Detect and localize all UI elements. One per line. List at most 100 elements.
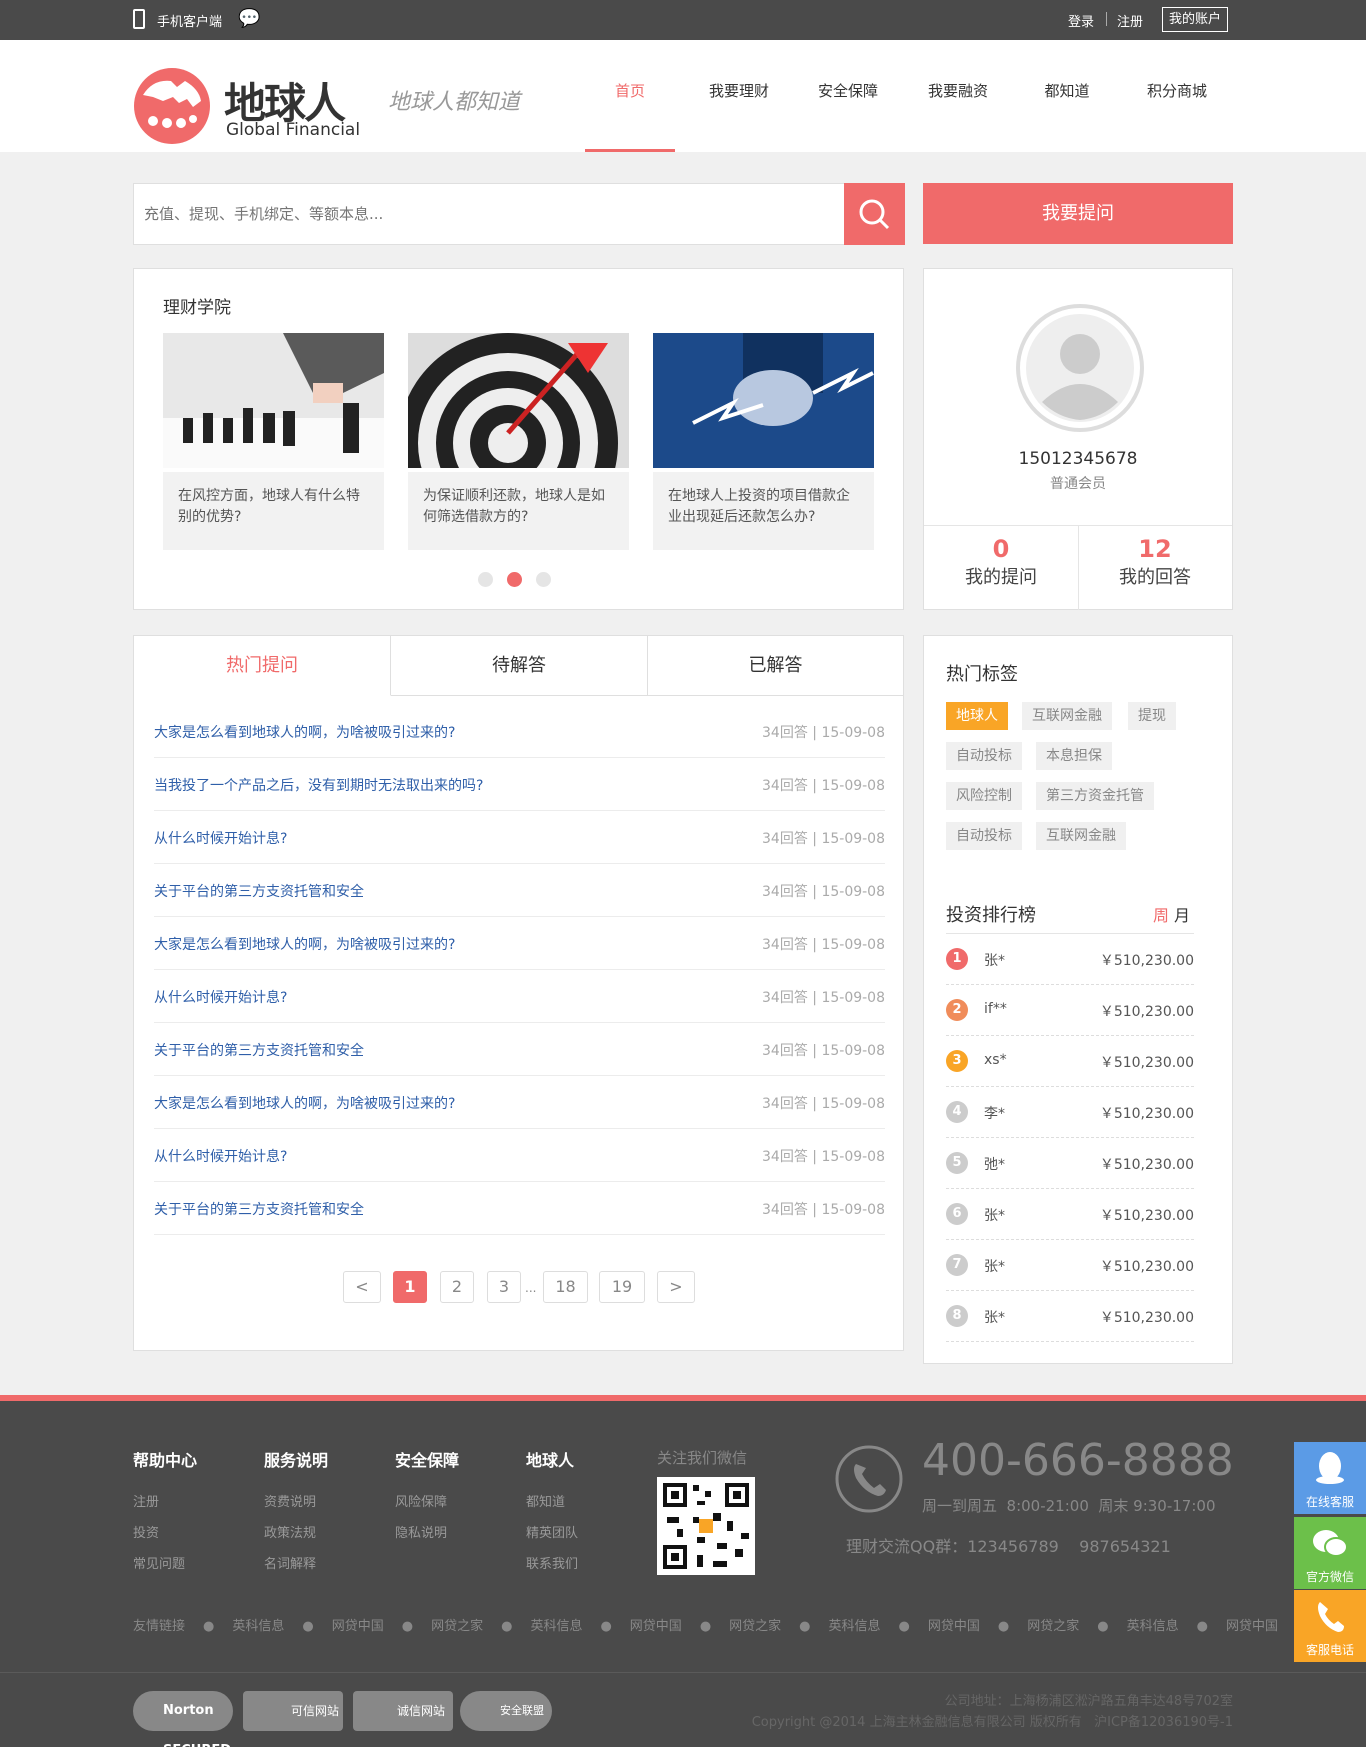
question-title[interactable]: 关于平台的第三方支资托管和安全 <box>154 1199 364 1219</box>
friend-link[interactable]: 网贷中国 <box>332 1619 384 1634</box>
nav-home[interactable]: 首页 <box>585 40 675 152</box>
nav-points-mall[interactable]: 积分商城 <box>1132 40 1222 152</box>
academy-card-text[interactable]: 为保证顺利还款，地球人是如何筛选借款方的? <box>408 472 629 550</box>
friend-link[interactable]: 英科信息 <box>232 1619 284 1634</box>
norton-badge[interactable]: Norton SECURED <box>133 1691 233 1747</box>
friend-link[interactable]: 网贷中国 <box>1226 1619 1278 1634</box>
search-button[interactable] <box>844 183 905 245</box>
tag[interactable]: 本息担保 <box>1036 742 1112 770</box>
question-title[interactable]: 当我投了一个产品之后，没有到期时无法取出来的吗? <box>154 775 483 795</box>
tag[interactable]: 地球人 <box>946 702 1008 730</box>
next-page-button[interactable]: > <box>657 1271 695 1303</box>
question-row[interactable]: 关于平台的第三方支资托管和安全 34回答 | 15-09-08 <box>154 864 885 917</box>
wechat-icon[interactable]: 💬 <box>238 8 260 29</box>
tag[interactable]: 自动投标 <box>946 822 1022 850</box>
question-row[interactable]: 从什么时候开始计息? 34回答 | 15-09-08 <box>154 811 885 864</box>
footer-link[interactable]: 都知道 <box>526 1491 578 1510</box>
official-wechat-button[interactable]: 官方微信 <box>1294 1517 1366 1589</box>
register-link[interactable]: 注册 <box>1117 11 1143 30</box>
tab-hot-questions[interactable]: 热门提问 <box>134 636 391 696</box>
my-answers-stat[interactable]: 12 我的回答 <box>1078 535 1232 589</box>
question-row[interactable]: 关于平台的第三方支资托管和安全 34回答 | 15-09-08 <box>154 1182 885 1235</box>
tab-answered[interactable]: 已解答 <box>648 636 904 696</box>
friend-link[interactable]: 网贷中国 <box>928 1619 980 1634</box>
footer-link[interactable]: 注册 <box>133 1491 197 1510</box>
page-button[interactable]: 19 <box>599 1271 645 1303</box>
carousel-dot[interactable] <box>536 572 551 587</box>
academy-card[interactable]: 在地球人上投资的项目借款企业出现延后还款怎么办? <box>653 333 874 550</box>
question-title[interactable]: 大家是怎么看到地球人的啊，为啥被吸引过来的? <box>154 934 455 954</box>
tag[interactable]: 提现 <box>1128 702 1176 730</box>
question-row[interactable]: 当我投了一个产品之后，没有到期时无法取出来的吗? 34回答 | 15-09-08 <box>154 758 885 811</box>
prev-page-button[interactable]: < <box>343 1271 381 1303</box>
academy-card-text[interactable]: 在风控方面，地球人有什么特别的优势? <box>163 472 384 550</box>
academy-card[interactable]: 为保证顺利还款，地球人是如何筛选借款方的? <box>398 333 629 553</box>
footer-link[interactable]: 常见问题 <box>133 1553 197 1572</box>
question-title[interactable]: 从什么时候开始计息? <box>154 987 287 1007</box>
service-phone-button[interactable]: 客服电话 <box>1294 1590 1366 1662</box>
question-row[interactable]: 大家是怎么看到地球人的啊，为啥被吸引过来的? 34回答 | 15-09-08 <box>154 705 885 758</box>
my-account-button[interactable]: 我的账户 <box>1162 7 1229 32</box>
footer-link[interactable]: 投资 <box>133 1522 197 1541</box>
footer-link[interactable]: 名词解释 <box>264 1553 328 1572</box>
ask-question-button[interactable]: 我要提问 <box>923 183 1233 244</box>
page-button[interactable]: 18 <box>543 1271 588 1303</box>
carousel-dot[interactable] <box>478 572 493 587</box>
friend-link[interactable]: 网贷之家 <box>1027 1619 1079 1634</box>
friend-link[interactable]: 英科信息 <box>530 1619 582 1634</box>
ranking-title: 投资排行榜 <box>946 905 1036 926</box>
ranking-month-toggle[interactable]: 月 <box>1174 902 1190 926</box>
tab-unanswered[interactable]: 待解答 <box>391 636 648 696</box>
online-service-button[interactable]: 在线客服 <box>1294 1442 1366 1514</box>
mobile-client-link[interactable]: 手机客户端 <box>157 11 222 30</box>
logo-globe-icon[interactable] <box>133 67 211 145</box>
friend-link[interactable]: 英科信息 <box>829 1619 881 1634</box>
footer-link[interactable]: 精英团队 <box>526 1522 578 1541</box>
page-button[interactable]: 3 <box>487 1271 521 1303</box>
login-link[interactable]: 登录 <box>1068 11 1094 30</box>
tag[interactable]: 互联网金融 <box>1022 702 1112 730</box>
question-row[interactable]: 大家是怎么看到地球人的啊，为啥被吸引过来的? 34回答 | 15-09-08 <box>154 1076 885 1129</box>
link-separator: ● <box>898 1619 910 1634</box>
footer-link[interactable]: 资费说明 <box>264 1491 328 1510</box>
footer-link[interactable]: 联系我们 <box>526 1553 578 1572</box>
footer-link[interactable]: 风险保障 <box>395 1491 459 1510</box>
footer-column-title: 帮助中心 <box>133 1451 198 1470</box>
tag[interactable]: 自动投标 <box>946 742 1022 770</box>
friend-link[interactable]: 网贷之家 <box>729 1619 781 1634</box>
academy-card[interactable]: 在风控方面，地球人有什么特别的优势? <box>163 333 384 550</box>
nav-security[interactable]: 安全保障 <box>803 40 893 152</box>
page-button[interactable]: 2 <box>440 1271 474 1303</box>
academy-card-text[interactable]: 在地球人上投资的项目借款企业出现延后还款怎么办? <box>653 472 874 550</box>
friend-link[interactable]: 英科信息 <box>1127 1619 1179 1634</box>
search-input[interactable] <box>134 184 844 244</box>
security-alliance-badge[interactable]: 安全联盟 <box>460 1691 552 1731</box>
question-title[interactable]: 大家是怎么看到地球人的啊，为啥被吸引过来的? <box>154 722 455 742</box>
tag[interactable]: 风险控制 <box>946 782 1022 810</box>
friend-link[interactable]: 网贷之家 <box>431 1619 483 1634</box>
question-title[interactable]: 关于平台的第三方支资托管和安全 <box>154 881 364 901</box>
nav-invest[interactable]: 我要理财 <box>694 40 784 152</box>
footer-link[interactable]: 隐私说明 <box>395 1522 459 1541</box>
tag[interactable]: 互联网金融 <box>1036 822 1126 850</box>
honest-site-badge[interactable]: 诚信网站 <box>353 1691 453 1731</box>
question-title[interactable]: 从什么时候开始计息? <box>154 828 287 848</box>
page-button[interactable]: 1 <box>393 1271 427 1303</box>
ranking-week-toggle[interactable]: 周 <box>1153 902 1169 926</box>
nav-financing[interactable]: 我要融资 <box>913 40 1003 152</box>
question-title[interactable]: 大家是怎么看到地球人的啊，为啥被吸引过来的? <box>154 1093 455 1113</box>
trusted-site-badge[interactable]: 可信网站 <box>243 1691 343 1731</box>
carousel-dot-active[interactable] <box>507 572 522 587</box>
tag[interactable]: 第三方资金托管 <box>1036 782 1154 810</box>
avatar[interactable] <box>1016 304 1144 432</box>
footer-link[interactable]: 政策法规 <box>264 1522 328 1541</box>
friend-link[interactable]: 网贷中国 <box>630 1619 682 1634</box>
question-title[interactable]: 关于平台的第三方支资托管和安全 <box>154 1040 364 1060</box>
question-row[interactable]: 从什么时候开始计息? 34回答 | 15-09-08 <box>154 970 885 1023</box>
question-row[interactable]: 大家是怎么看到地球人的啊，为啥被吸引过来的? 34回答 | 15-09-08 <box>154 917 885 970</box>
question-row[interactable]: 从什么时候开始计息? 34回答 | 15-09-08 <box>154 1129 885 1182</box>
nav-knowledge[interactable]: 都知道 <box>1022 40 1112 152</box>
my-questions-stat[interactable]: 0 我的提问 <box>924 535 1078 589</box>
question-row[interactable]: 关于平台的第三方支资托管和安全 34回答 | 15-09-08 <box>154 1023 885 1076</box>
question-title[interactable]: 从什么时候开始计息? <box>154 1146 287 1166</box>
